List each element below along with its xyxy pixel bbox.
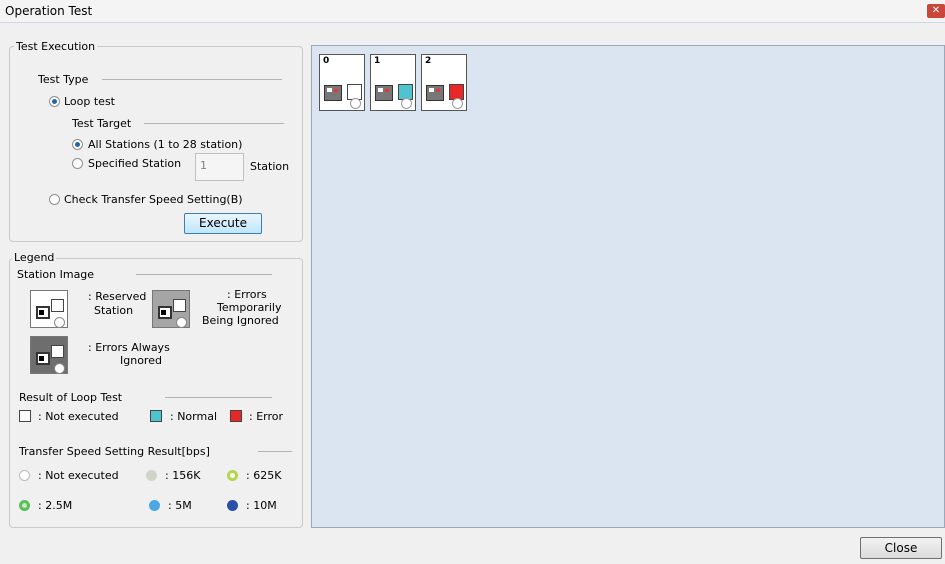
station-image-icon bbox=[426, 85, 444, 101]
temp-line2: Temporarily bbox=[217, 301, 282, 314]
loop-result-label: Result of Loop Test bbox=[19, 391, 123, 404]
speed-156k-icon bbox=[146, 470, 157, 481]
errors-always-ignored-icon bbox=[30, 336, 68, 374]
station-number: 0 bbox=[323, 56, 330, 66]
station-number: 1 bbox=[374, 56, 381, 66]
error-label: : Error bbox=[249, 410, 284, 423]
not-executed-swatch bbox=[19, 410, 31, 422]
specified-station-radio[interactable] bbox=[72, 158, 83, 169]
station-image-icon bbox=[324, 85, 342, 101]
station-1[interactable]: 1 bbox=[370, 54, 416, 111]
divider bbox=[136, 274, 272, 275]
normal-label: : Normal bbox=[170, 410, 218, 423]
not-executed-label: : Not executed bbox=[38, 410, 119, 423]
execute-button[interactable]: Execute bbox=[184, 213, 262, 234]
always-line2: Ignored bbox=[120, 354, 162, 367]
temp-line1: : Errors bbox=[227, 288, 267, 301]
loop-test-label[interactable]: Loop test bbox=[64, 95, 115, 108]
test-target-label: Test Target bbox=[72, 117, 132, 130]
divider bbox=[165, 397, 272, 398]
speed-625k-icon bbox=[227, 470, 238, 481]
station-number-input[interactable]: 1 bbox=[195, 153, 244, 181]
specified-station-label[interactable]: Specified Station bbox=[88, 157, 181, 170]
speed-156k-label: : 156K bbox=[165, 469, 201, 482]
reserved-line1: : Reserved bbox=[88, 290, 147, 303]
check-transfer-speed-radio[interactable] bbox=[49, 194, 60, 205]
station-number: 2 bbox=[425, 56, 432, 66]
speed-10m-label: : 10M bbox=[246, 499, 277, 512]
title-bar: Operation Test ✕ bbox=[0, 0, 945, 23]
station-0[interactable]: 0 bbox=[319, 54, 365, 111]
close-button[interactable]: Close bbox=[860, 537, 942, 559]
window-close-button[interactable]: ✕ bbox=[927, 4, 945, 18]
reserved-station-icon bbox=[30, 290, 68, 328]
transfer-speed-label: Transfer Speed Setting Result[bps] bbox=[19, 445, 210, 458]
window-title: Operation Test bbox=[5, 4, 93, 18]
normal-swatch bbox=[150, 410, 162, 422]
station-image-icon bbox=[375, 85, 393, 101]
speed-result-icon bbox=[452, 98, 463, 109]
speed-625k-label: : 625K bbox=[246, 469, 282, 482]
always-line1: : Errors Always bbox=[88, 341, 170, 354]
station-image-label: Station Image bbox=[17, 268, 95, 281]
divider bbox=[258, 451, 292, 452]
speed-5m-icon bbox=[149, 500, 160, 511]
station-suffix-label: Station bbox=[250, 160, 290, 173]
test-type-label: Test Type bbox=[38, 73, 89, 86]
speed-5m-label: : 5M bbox=[168, 499, 192, 512]
test-execution-title: Test Execution bbox=[14, 40, 98, 53]
error-swatch bbox=[230, 410, 242, 422]
speed-2-5m-icon bbox=[19, 500, 30, 511]
temp-line3: Being Ignored bbox=[202, 314, 279, 327]
speed-result-icon bbox=[350, 98, 361, 109]
all-stations-radio[interactable] bbox=[72, 139, 83, 150]
speed-2-5m-label: : 2.5M bbox=[38, 499, 73, 512]
reserved-line2: Station bbox=[94, 304, 134, 317]
all-stations-label[interactable]: All Stations (1 to 28 station) bbox=[88, 138, 242, 151]
divider bbox=[102, 79, 282, 80]
speed-not-executed-icon bbox=[19, 470, 30, 481]
errors-temporarily-ignored-icon bbox=[152, 290, 190, 328]
speed-not-executed-label: : Not executed bbox=[38, 469, 119, 482]
speed-10m-icon bbox=[227, 500, 238, 511]
station-2[interactable]: 2 bbox=[421, 54, 467, 111]
divider bbox=[144, 123, 284, 124]
loop-test-radio[interactable] bbox=[49, 96, 60, 107]
legend-title: Legend bbox=[12, 251, 57, 264]
check-transfer-speed-label[interactable]: Check Transfer Speed Setting(B) bbox=[64, 193, 243, 206]
station-map-panel: 0 1 2 bbox=[311, 45, 945, 528]
speed-result-icon bbox=[401, 98, 412, 109]
